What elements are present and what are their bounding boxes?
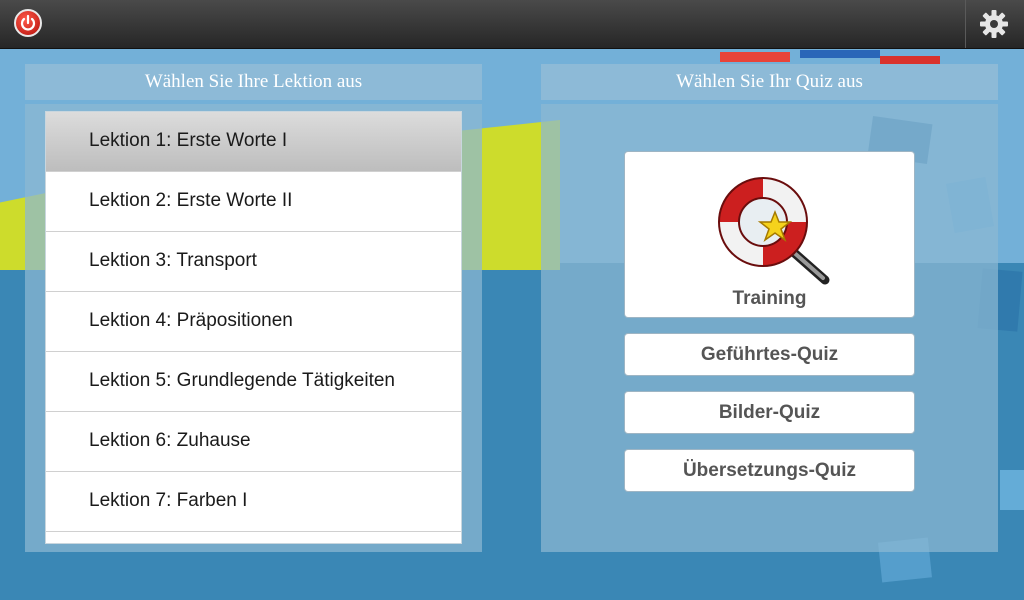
lesson-item-3[interactable]: Lektion 3: Transport: [46, 232, 461, 292]
settings-button[interactable]: [965, 0, 1024, 48]
quiz-panel-title: Wählen Sie Ihr Quiz aus: [541, 64, 998, 100]
power-icon: [20, 14, 36, 31]
power-button[interactable]: [14, 9, 42, 37]
top-bar: [0, 0, 1024, 49]
lesson-item-4[interactable]: Lektion 4: Präpositionen: [46, 292, 461, 352]
lesson-item-6[interactable]: Lektion 6: Zuhause: [46, 412, 461, 472]
training-button[interactable]: Training: [624, 151, 915, 318]
lesson-item-7[interactable]: Lektion 7: Farben I: [46, 472, 461, 532]
gear-icon: [980, 10, 1008, 38]
lesson-list[interactable]: Lektion 1: Erste Worte I Lektion 2: Erst…: [45, 111, 462, 544]
lesson-item-2[interactable]: Lektion 2: Erste Worte II: [46, 172, 461, 232]
lesson-item-1[interactable]: Lektion 1: Erste Worte I: [46, 112, 461, 172]
translation-quiz-button[interactable]: Übersetzungs-Quiz: [624, 449, 915, 492]
lesson-item-5[interactable]: Lektion 5: Grundlegende Tätigkeiten: [46, 352, 461, 412]
guided-quiz-button[interactable]: Geführtes-Quiz: [624, 333, 915, 376]
picture-quiz-button[interactable]: Bilder-Quiz: [624, 391, 915, 434]
training-label: Training: [732, 288, 807, 309]
lifebuoy-magnifier-icon: [718, 177, 830, 285]
lessons-panel-title: Wählen Sie Ihre Lektion aus: [25, 64, 482, 100]
